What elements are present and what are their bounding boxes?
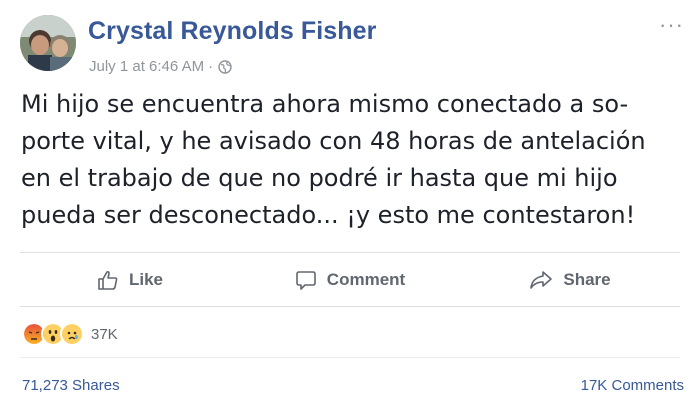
comment-button[interactable]: Comment bbox=[240, 253, 460, 306]
share-button[interactable]: Share bbox=[460, 253, 680, 306]
shares-count-link[interactable]: 71,273 Shares bbox=[22, 377, 120, 394]
reaction-count: 37K bbox=[91, 325, 118, 343]
author-name[interactable]: Crystal Reynolds Fisher bbox=[88, 17, 377, 46]
author-avatar[interactable] bbox=[20, 15, 76, 71]
comment-label: Comment bbox=[326, 269, 406, 289]
comments-count-link[interactable]: 17K Comments bbox=[581, 377, 684, 394]
comment-icon bbox=[295, 270, 316, 290]
sad-reaction-icon bbox=[60, 322, 84, 346]
action-bar: Like Comment Share bbox=[20, 253, 680, 306]
thumbs-up-icon bbox=[98, 270, 118, 290]
share-arrow-icon bbox=[530, 270, 553, 289]
more-options-button[interactable]: ··· bbox=[659, 12, 684, 38]
globe-icon[interactable] bbox=[218, 59, 232, 74]
post-timestamp[interactable]: July 1 at 6:46 AM bbox=[89, 58, 204, 75]
facebook-post: Crystal Reynolds Fisher July 1 at 6:46 A… bbox=[0, 0, 700, 407]
post-text: Mi hijo se encuentra ahora mismo conecta… bbox=[21, 90, 646, 229]
like-label: Like bbox=[128, 269, 164, 289]
divider bbox=[20, 357, 680, 358]
avatar-photo bbox=[20, 15, 76, 71]
share-label: Share bbox=[563, 269, 611, 289]
meta-separator: · bbox=[208, 58, 214, 75]
divider bbox=[20, 306, 680, 307]
like-button[interactable]: Like bbox=[20, 253, 240, 306]
reactions-summary[interactable]: 37K bbox=[22, 322, 118, 346]
post-meta: July 1 at 6:46 AM · bbox=[89, 58, 232, 75]
